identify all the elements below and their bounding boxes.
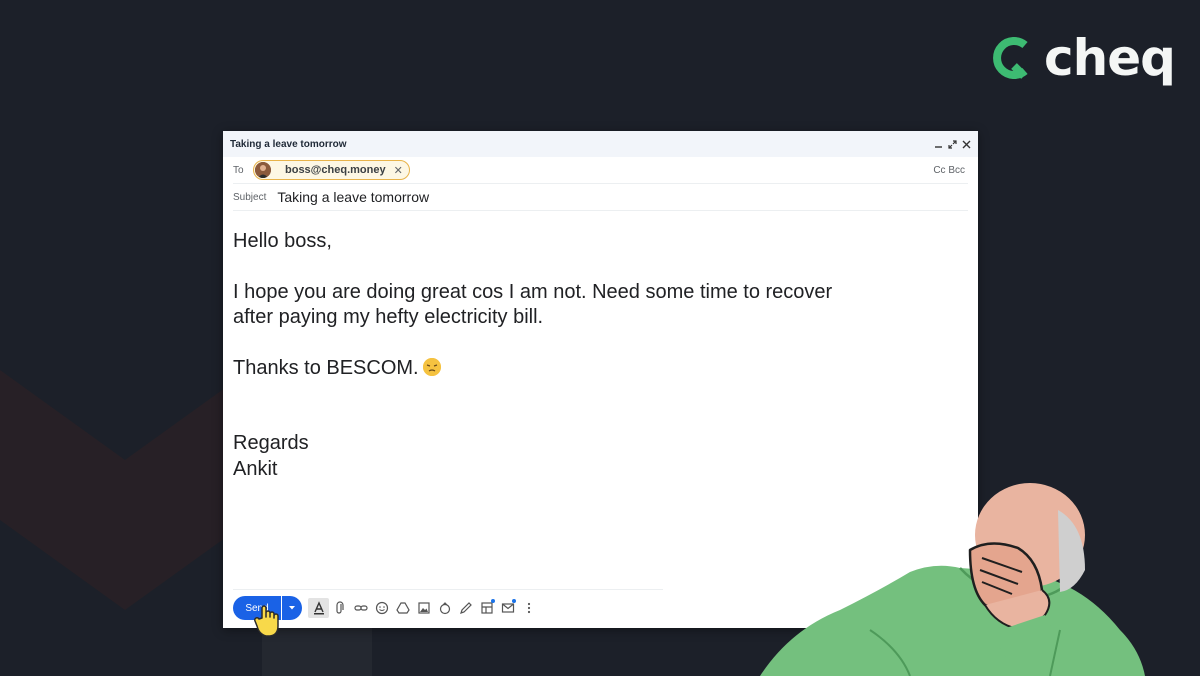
to-label: To — [233, 164, 244, 176]
remove-recipient-icon[interactable]: ✕ — [394, 164, 403, 177]
brand-logo: cheq — [990, 28, 1176, 88]
divider — [233, 589, 663, 590]
brand-name: cheq — [1044, 29, 1176, 87]
disappointed-emoji-icon — [422, 357, 441, 376]
recipient-chip[interactable]: boss@cheq.money ✕ — [253, 160, 410, 180]
compose-title: Taking a leave tomorrow — [230, 138, 347, 150]
close-icon[interactable] — [962, 140, 971, 149]
format-text-icon[interactable] — [308, 598, 329, 618]
signature-icon[interactable] — [455, 598, 476, 618]
more-options-icon[interactable] — [518, 598, 539, 618]
compose-titlebar: Taking a leave tomorrow — [223, 131, 978, 157]
to-field[interactable]: To boss@cheq.money ✕ Cc Bcc — [233, 157, 968, 184]
popout-icon[interactable] — [948, 139, 957, 149]
window-controls — [934, 139, 971, 149]
body-line-1: I hope you are doing great cos I am not.… — [233, 280, 833, 303]
subject-input[interactable]: Taking a leave tomorrow — [277, 189, 429, 205]
attach-icon[interactable] — [329, 598, 350, 618]
schedule-icon[interactable] — [497, 598, 518, 618]
body-line-2: after paying my hefty electricity bill. — [233, 306, 544, 328]
drive-icon[interactable] — [392, 598, 413, 618]
link-icon[interactable] — [350, 598, 371, 618]
cheq-logo-icon — [993, 37, 1028, 79]
lock-icon[interactable] — [434, 598, 455, 618]
format-tools — [308, 598, 539, 618]
message-body[interactable]: Hello boss, I hope you are doing great c… — [233, 229, 933, 482]
emoji-icon[interactable] — [371, 598, 392, 618]
avatar — [255, 162, 271, 178]
recipient-email: boss@cheq.money — [285, 164, 386, 176]
subject-field[interactable]: Subject Taking a leave tomorrow — [233, 184, 968, 211]
signature: Ankit — [233, 457, 278, 480]
greeting: Hello boss, — [233, 230, 332, 252]
pointer-hand-icon — [254, 605, 279, 637]
body-line-3: Thanks to BESCOM. — [233, 356, 933, 382]
send-options-icon[interactable] — [282, 596, 302, 620]
facepalm-man-illustration — [760, 483, 1145, 676]
signoff: Regards — [233, 432, 309, 454]
cc-bcc-link[interactable]: Cc Bcc — [933, 165, 968, 176]
body-line-3-text: Thanks to BESCOM. — [233, 356, 419, 379]
photo-icon[interactable] — [413, 598, 434, 618]
minimize-icon[interactable] — [934, 140, 943, 149]
layouts-icon[interactable] — [476, 598, 497, 618]
subject-label: Subject — [233, 191, 267, 203]
